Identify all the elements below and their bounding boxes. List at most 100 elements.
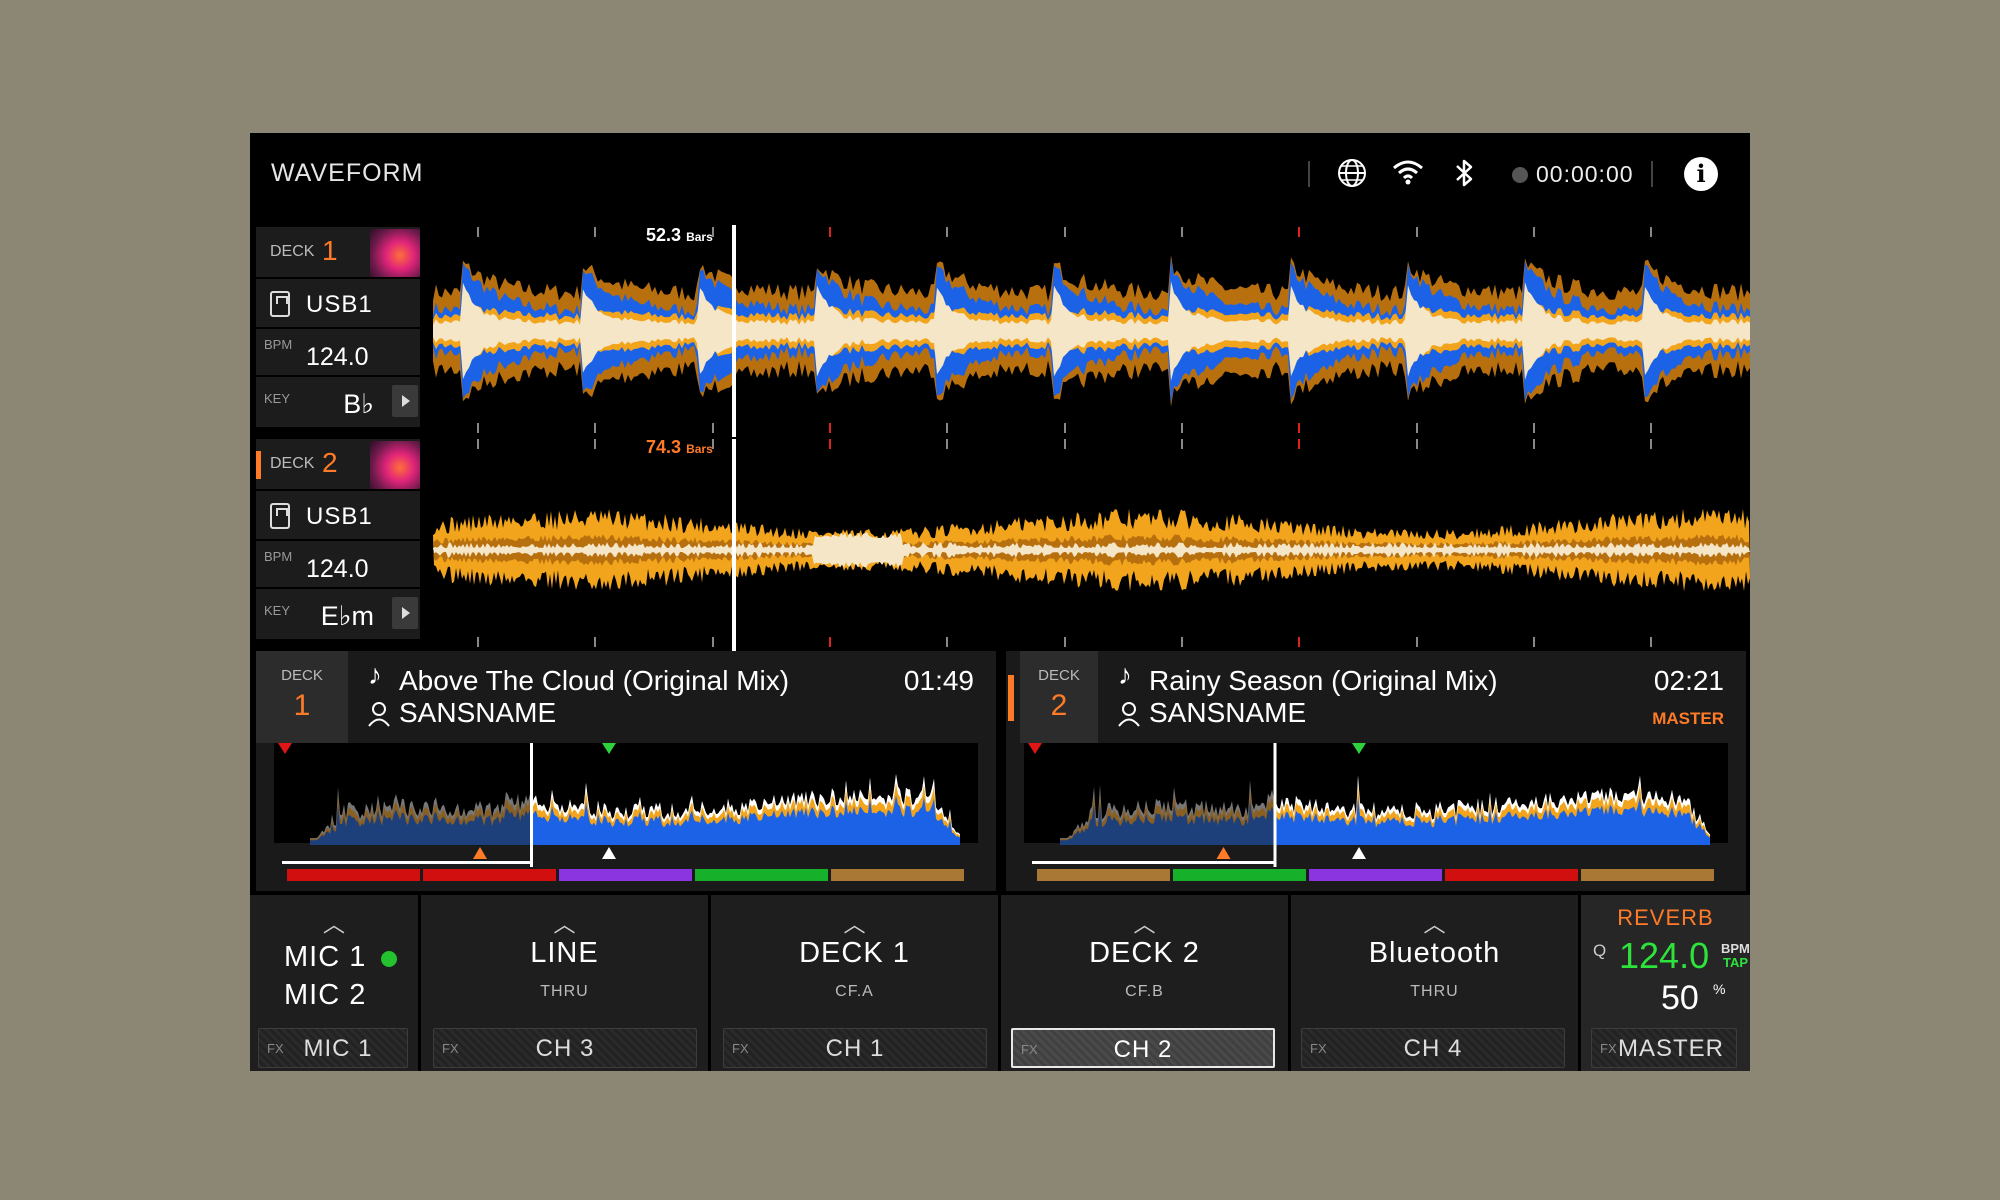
playhead [1273, 743, 1277, 867]
bpm-value: 124.0 [306, 343, 369, 371]
source-label: USB1 [306, 291, 373, 318]
key-label: KEY [264, 603, 291, 618]
level-unit: % [1713, 981, 1726, 997]
key-label: KEY [264, 391, 291, 406]
chevron-up-icon[interactable]: ︿ [1001, 907, 1288, 939]
usb-icon [270, 291, 290, 317]
quantize-label[interactable]: Q [1593, 941, 1606, 961]
crossfader-assign: THRU [1410, 983, 1459, 1000]
fx-target: CH 4 [1403, 1035, 1463, 1062]
track-time: 01:49 [903, 665, 974, 696]
deck-2-overview-waveform[interactable] [1024, 743, 1728, 883]
wifi-icon[interactable] [1390, 155, 1426, 191]
deck-1-overview-waveform[interactable] [274, 743, 978, 883]
deck-1-header[interactable]: DECK 1 [256, 227, 420, 277]
key-play-icon[interactable] [392, 597, 418, 629]
deck-label: DECK [1038, 667, 1080, 684]
channel-name: DECK 2 [1089, 937, 1200, 969]
info-icon[interactable]: i [1684, 157, 1718, 191]
fx-ch-2-button[interactable]: FX CH 2 [1011, 1028, 1275, 1068]
bluetooth-icon[interactable] [1446, 155, 1482, 191]
deck-label: DECK [270, 455, 315, 472]
header-divider [1651, 161, 1653, 187]
deck-number: 2 [1050, 689, 1068, 722]
track-artist: SANSNAME [399, 697, 557, 728]
effect-panel[interactable]: REVERB Q 124.0 BPM TAP 50 % FX MASTER [1581, 895, 1750, 1071]
music-note-icon: ♪ [368, 659, 382, 690]
deck-1-key: KEY B♭ [256, 377, 420, 427]
deck-2-badge[interactable]: DECK 2 [1020, 651, 1098, 743]
deck-1-source: USB1 [256, 279, 420, 327]
channel-line[interactable]: ︿ LINE THRU FX CH 3 [421, 895, 711, 1071]
fx-master-button[interactable]: FX MASTER [1591, 1028, 1737, 1068]
deck-2-zoom-waveform[interactable] [433, 439, 1750, 651]
chevron-up-icon[interactable]: ︿ [711, 907, 998, 939]
deck-1-badge[interactable]: DECK 1 [256, 651, 348, 743]
key-value: B♭ [343, 389, 374, 419]
deck-2-source: USB1 [256, 491, 420, 539]
deck-1-bars-remaining: 52.3 Bars [646, 225, 713, 245]
deck-1-panel: DECK 1 USB1 BPM 124.0 KEY B♭ [256, 227, 420, 427]
tap-button[interactable]: TAP [1723, 955, 1748, 970]
progress-line [282, 861, 531, 864]
deck-1-zoom-waveform[interactable] [433, 225, 1750, 437]
recording-time: 00:00:00 [1536, 161, 1634, 187]
channel-deck-1[interactable]: ︿ DECK 1 CF.A FX CH 1 [711, 895, 1001, 1071]
fx-target: MASTER [1617, 1035, 1724, 1062]
deck-2-track-panel: DECK 2 ♪ Rainy Season (Original Mix) 02:… [1006, 651, 1746, 891]
chevron-up-icon[interactable]: ︿ [421, 907, 708, 939]
progress-line [1032, 861, 1275, 864]
deck-1-bpm: BPM 124.0 [256, 329, 420, 375]
album-art [370, 229, 420, 277]
usb-icon [270, 503, 290, 529]
hot-cue-bar [695, 869, 828, 881]
cue-marker-orange [473, 847, 487, 859]
bpm-value: 124.0 [306, 555, 369, 583]
cue-marker-white [602, 847, 616, 859]
hot-cue-bar [831, 869, 964, 881]
bpm-label: BPM [264, 337, 293, 352]
playhead [732, 225, 736, 437]
deck-2-bpm: BPM 124.0 [256, 541, 420, 587]
channel-name: LINE [530, 937, 599, 969]
deck-number: 1 [322, 235, 338, 266]
fx-target: CH 3 [535, 1035, 595, 1062]
effect-name[interactable]: REVERB [1581, 905, 1750, 931]
hot-cue-bar [287, 869, 420, 881]
screen-title: WAVEFORM [271, 159, 424, 187]
deck-number: 2 [322, 447, 338, 478]
deck-2-header[interactable]: DECK 2 [256, 439, 420, 489]
key-value: E♭m [320, 601, 374, 631]
channel-name: Bluetooth [1368, 937, 1501, 969]
globe-icon[interactable] [1334, 155, 1370, 191]
channel-name: DECK 1 [799, 937, 910, 969]
effect-bpm: 124.0 [1619, 935, 1710, 976]
bpm-label: BPM [264, 549, 293, 564]
fx-ch-4-button[interactable]: FX CH 4 [1301, 1028, 1565, 1068]
mic-channel[interactable]: ︿ MIC 1 MIC 2 FX MIC 1 [250, 895, 421, 1071]
fx-target: CH 2 [1113, 1036, 1173, 1063]
deck-label: DECK [281, 667, 323, 684]
key-play-icon[interactable] [392, 385, 418, 417]
deck-2-key: KEY E♭m [256, 589, 420, 639]
crossfader-assign: CF.A [835, 983, 874, 1000]
channel-deck-2[interactable]: ︿ DECK 2 CF.B FX CH 2 [1001, 895, 1291, 1071]
fx-mic-1-button[interactable]: FX MIC 1 [258, 1028, 408, 1068]
fx-ch-1-button[interactable]: FX CH 1 [723, 1028, 987, 1068]
deck-accent-bar [256, 451, 261, 479]
channel-bluetooth[interactable]: ︿ Bluetooth THRU FX CH 4 [1291, 895, 1581, 1071]
hot-cue-bar [1037, 869, 1170, 881]
hot-cue-bar [1581, 869, 1714, 881]
playhead [530, 743, 533, 867]
chevron-up-icon[interactable]: ︿ [250, 907, 418, 939]
crossfader-assign: CF.B [1125, 983, 1164, 1000]
mic-active-indicator [381, 951, 397, 967]
hot-cue-bar [1309, 869, 1442, 881]
artist-icon [368, 702, 390, 727]
deck-number: 1 [293, 689, 311, 722]
track-time: 02:21 [1653, 665, 1724, 696]
fx-target: CH 1 [825, 1035, 885, 1062]
mic-2-label: MIC 2 [284, 979, 367, 1011]
fx-ch-3-button[interactable]: FX CH 3 [433, 1028, 697, 1068]
chevron-up-icon[interactable]: ︿ [1291, 907, 1578, 939]
